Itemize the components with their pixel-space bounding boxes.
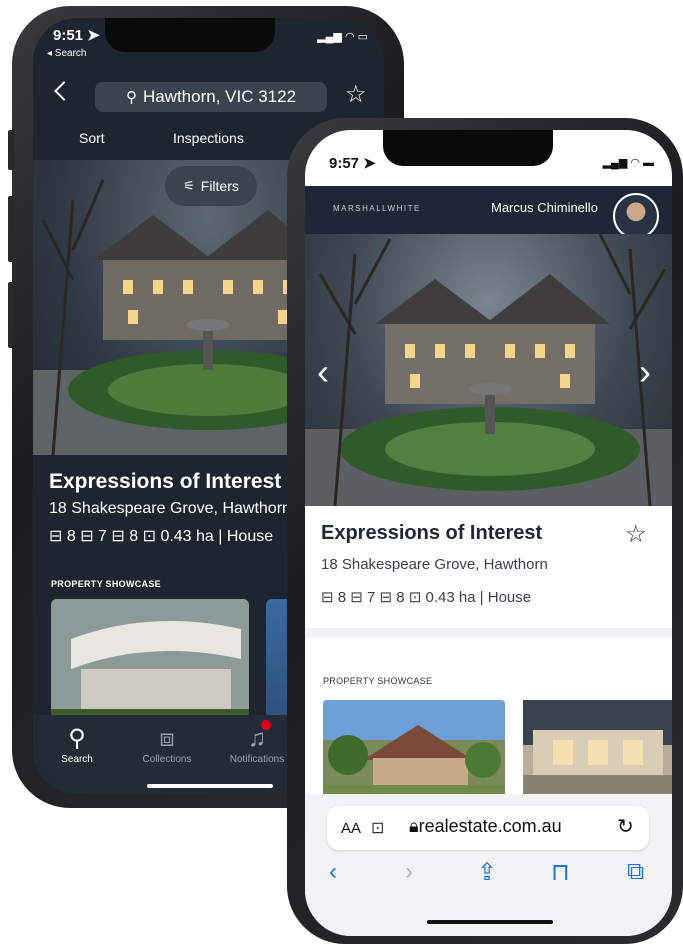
back-icon[interactable]: ‹ xyxy=(329,858,337,886)
forward-icon[interactable]: › xyxy=(405,858,413,886)
notification-badge xyxy=(261,720,271,730)
status-icons: ▂▄▆ ◠ ▭ xyxy=(317,31,368,43)
search-icon: ⚲ xyxy=(68,725,86,752)
tab-notifications[interactable]: ♫ Notifications xyxy=(217,724,297,765)
search-icon: ⚲ xyxy=(125,89,137,106)
favorite-star-icon[interactable]: ☆ xyxy=(345,80,367,109)
status-time: 9:57 ➤ xyxy=(329,155,376,172)
favorite-star-icon[interactable]: ☆ xyxy=(625,520,647,549)
listing-title: Expressions of Interest xyxy=(49,470,282,493)
side-button xyxy=(8,282,14,348)
showcase-card[interactable] xyxy=(323,700,505,800)
tab-search[interactable]: ⚲ Search xyxy=(37,724,117,765)
filters-button[interactable]: ⚟ Filters xyxy=(165,166,257,206)
home-indicator xyxy=(147,784,273,788)
tab-collections[interactable]: ⧈ Collections xyxy=(127,724,207,765)
collections-icon: ⧈ xyxy=(159,725,175,752)
sort-button[interactable]: Sort xyxy=(79,130,105,146)
search-bar[interactable]: ⚲ Hawthorn, VIC 3122 xyxy=(95,82,327,112)
status-icons: ▂▄▆ ◠ ▬ xyxy=(602,157,654,169)
bookmarks-icon[interactable]: ⊓ xyxy=(551,858,570,887)
back-chevron-icon[interactable] xyxy=(54,81,74,101)
side-button xyxy=(8,196,14,262)
filters-icon: ⚟ xyxy=(183,178,195,193)
listing-features: ⊟ 8 ⊟ 7 ⊟ 8 ⊡ 0.43 ha | House xyxy=(321,589,532,606)
side-button xyxy=(8,130,14,170)
tabs-icon[interactable]: ⧉ xyxy=(627,858,644,886)
listing-address: 18 Shakespeare Grove, Hawthorn xyxy=(49,500,291,517)
notch xyxy=(383,130,553,166)
agency-logo[interactable]: MARSHALLWHITE xyxy=(333,204,421,213)
extension-icon[interactable]: ⊡ xyxy=(371,818,384,838)
listing-address: 18 Shakespeare Grove, Hawthorn xyxy=(321,556,548,573)
listing-title: Expressions of Interest xyxy=(321,522,543,544)
bell-icon: ♫ xyxy=(248,725,266,752)
reload-icon[interactable]: ↻ xyxy=(617,814,634,839)
previous-image-arrow-icon[interactable]: ‹ xyxy=(317,354,329,390)
home-indicator xyxy=(427,920,553,924)
inspections-button[interactable]: Inspections xyxy=(173,130,244,146)
url-domain[interactable]: 🔒︎realestate.com.au xyxy=(409,816,562,837)
showcase-heading: PROPERTY SHOWCASE xyxy=(51,579,161,589)
text-size-button[interactable]: AA xyxy=(341,820,361,837)
notch xyxy=(105,18,275,52)
front-phone-screen: 9:57 ➤ ▂▄▆ ◠ ▬ MARSHALLWHITE Marcus Chim… xyxy=(305,130,672,936)
back-to-search-link[interactable]: ◂ Search xyxy=(47,48,86,59)
showcase-card[interactable] xyxy=(523,700,672,800)
listing-features: ⊟ 8 ⊟ 7 ⊟ 8 ⊡ 0.43 ha | House xyxy=(49,528,274,545)
next-image-arrow-icon[interactable]: › xyxy=(639,354,651,390)
status-time: 9:51 ➤ xyxy=(53,27,100,44)
lock-icon: 🔒︎ xyxy=(409,816,419,836)
section-divider xyxy=(305,628,672,638)
share-icon[interactable]: ⇪ xyxy=(477,858,497,887)
listing-hero-image[interactable] xyxy=(305,234,672,506)
avatar[interactable] xyxy=(613,193,659,239)
showcase-heading: PROPERTY SHOWCASE xyxy=(323,676,433,686)
agent-name[interactable]: Marcus Chiminello xyxy=(491,200,598,215)
search-text: Hawthorn, VIC 3122 xyxy=(142,87,297,106)
